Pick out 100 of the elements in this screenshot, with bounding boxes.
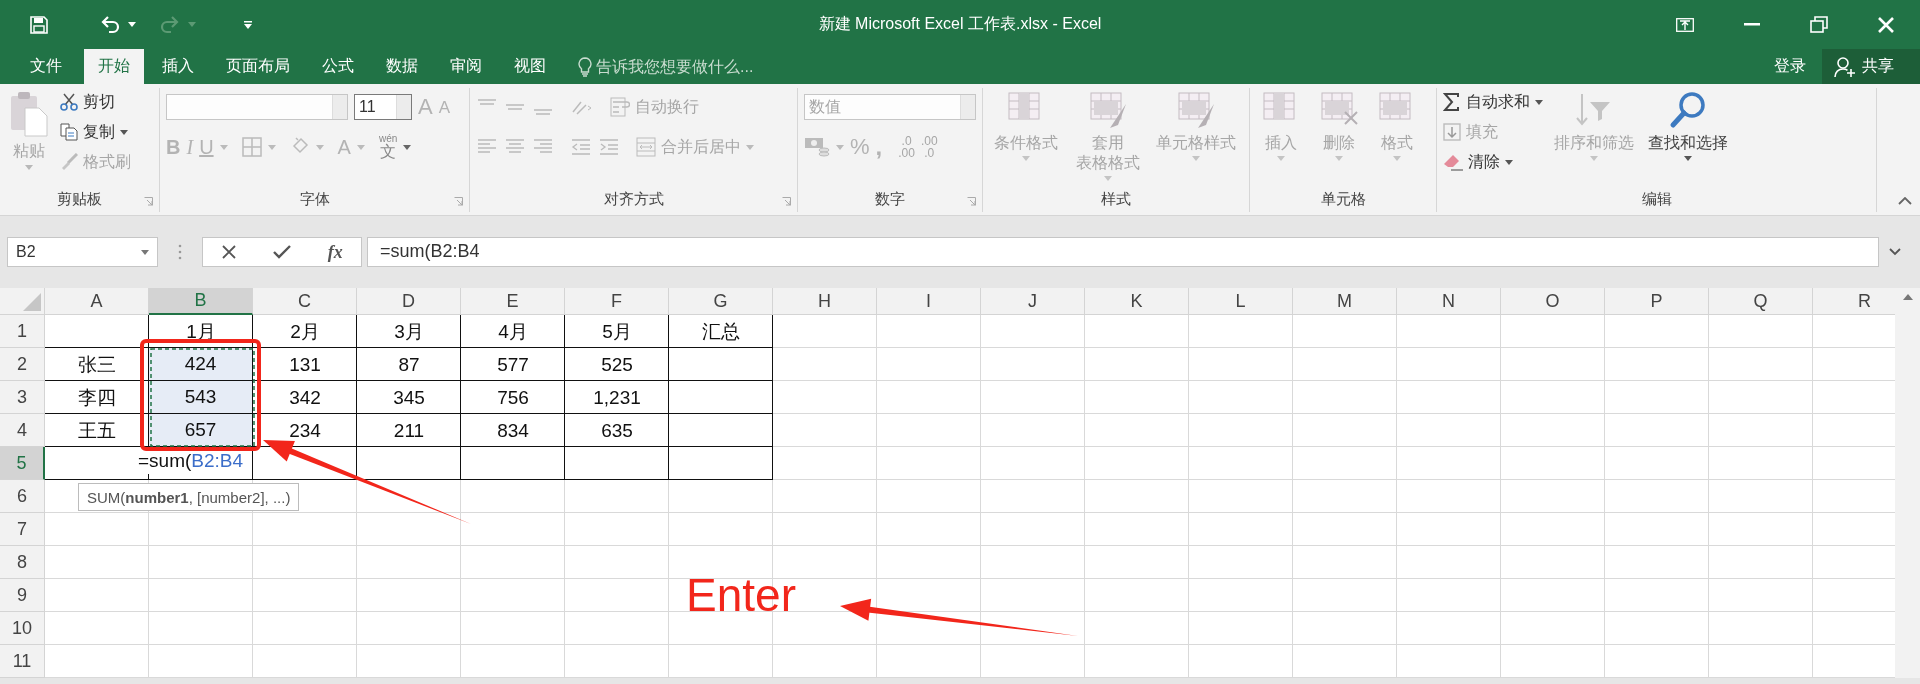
row-header[interactable]: 4 bbox=[0, 414, 45, 447]
column-header[interactable]: G bbox=[669, 288, 773, 315]
formula-field[interactable]: =sum(B2:B4 bbox=[367, 237, 1879, 267]
dialog-launcher-icon[interactable] bbox=[454, 197, 463, 206]
column-header[interactable]: N bbox=[1397, 288, 1501, 315]
ribbon-button[interactable]: 剪切 bbox=[60, 88, 131, 116]
caret-icon bbox=[120, 129, 128, 135]
row-header[interactable]: 7 bbox=[0, 513, 45, 546]
ribbon-button[interactable]: 清除 bbox=[1443, 148, 1543, 176]
lightbulb-icon bbox=[578, 56, 592, 77]
dialog-launcher-icon[interactable] bbox=[967, 197, 976, 206]
row-header[interactable]: 10 bbox=[0, 612, 45, 645]
restore-icon[interactable] bbox=[1810, 16, 1828, 33]
column-header[interactable]: F bbox=[565, 288, 669, 315]
column-header[interactable]: A bbox=[45, 288, 149, 315]
table-cell-text: 张三 bbox=[77, 352, 117, 377]
row-header[interactable]: 11 bbox=[0, 645, 45, 678]
column-header[interactable]: D bbox=[357, 288, 461, 315]
row-header[interactable]: 5 bbox=[0, 447, 45, 480]
column-header[interactable]: K bbox=[1085, 288, 1189, 315]
ribbon-tab[interactable]: 视图 bbox=[500, 49, 560, 84]
group-label: 数字 bbox=[875, 189, 905, 209]
caret-icon bbox=[836, 144, 844, 150]
row-header[interactable]: 3 bbox=[0, 381, 45, 414]
ribbon-button[interactable]: 查找和选择 bbox=[1645, 88, 1731, 163]
customize-icon[interactable] bbox=[244, 20, 252, 29]
annotation-label: Enter bbox=[686, 572, 796, 618]
dialog-launcher-icon[interactable] bbox=[144, 197, 153, 206]
indent-icon[interactable] bbox=[570, 138, 592, 156]
table-cell-text: 211 bbox=[392, 418, 426, 443]
table-cell-text: 王五 bbox=[77, 418, 117, 443]
caret-icon bbox=[1393, 156, 1401, 161]
row-header[interactable]: 8 bbox=[0, 546, 45, 579]
redo-icon[interactable] bbox=[160, 15, 180, 34]
table-cell-text: 李四 bbox=[77, 385, 117, 410]
scroll-up-icon[interactable] bbox=[1902, 294, 1913, 300]
ribbon-display-icon[interactable] bbox=[1676, 17, 1694, 32]
ribbon-tab[interactable]: 文件 bbox=[12, 49, 80, 84]
column-header[interactable]: B bbox=[149, 288, 253, 315]
ribbon-button[interactable]: 复制 bbox=[60, 118, 131, 146]
share-button[interactable]: 共享 bbox=[1822, 49, 1920, 84]
column-header[interactable]: Q bbox=[1709, 288, 1813, 315]
column-header[interactable]: I bbox=[877, 288, 981, 315]
align-icon[interactable] bbox=[504, 138, 526, 156]
checkmark-icon[interactable] bbox=[273, 245, 292, 259]
borders-icon[interactable] bbox=[241, 137, 262, 157]
minimize-icon[interactable] bbox=[1744, 23, 1760, 26]
table-cell-text: 2月 bbox=[289, 319, 321, 344]
table-cell: 543 bbox=[149, 381, 252, 413]
ribbon-tab[interactable]: 页面布局 bbox=[212, 49, 304, 84]
tell-me-field[interactable]: 告诉我您想要做什么... bbox=[578, 49, 776, 84]
table-cell-text: 131 bbox=[288, 352, 322, 377]
row-header[interactable]: 1 bbox=[0, 315, 45, 348]
name-box[interactable]: B2 bbox=[7, 237, 158, 267]
cancel-icon[interactable] bbox=[221, 244, 238, 260]
table-grid-icon bbox=[1176, 90, 1216, 130]
drag-handle-icon[interactable] bbox=[178, 244, 182, 260]
column-header[interactable]: P bbox=[1605, 288, 1709, 315]
column-header[interactable]: O bbox=[1501, 288, 1605, 315]
column-header[interactable]: M bbox=[1293, 288, 1397, 315]
column-header[interactable]: C bbox=[253, 288, 357, 315]
collapse-ribbon-icon[interactable] bbox=[1898, 197, 1912, 205]
sign-in-link[interactable]: 登录 bbox=[1758, 49, 1822, 84]
caret-icon bbox=[141, 249, 149, 255]
group-label: 单元格 bbox=[1320, 189, 1366, 209]
row-header[interactable]: 9 bbox=[0, 579, 45, 612]
brush-icon bbox=[60, 153, 78, 171]
column-header[interactable]: J bbox=[981, 288, 1085, 315]
caret-icon[interactable] bbox=[128, 22, 136, 27]
table-cell-text: 345 bbox=[392, 385, 426, 410]
sigma-icon bbox=[1443, 93, 1461, 111]
caret-icon bbox=[1335, 156, 1343, 161]
insert-function-button[interactable]: fx bbox=[327, 241, 343, 263]
ribbon-tab[interactable]: 审阅 bbox=[436, 49, 496, 84]
align-icon[interactable] bbox=[476, 138, 498, 156]
table-cell-text: 汇总 bbox=[701, 319, 741, 344]
close-icon[interactable] bbox=[1878, 16, 1894, 33]
ribbon-tab[interactable]: 公式 bbox=[308, 49, 368, 84]
dialog-launcher-icon[interactable] bbox=[782, 197, 791, 206]
ribbon-tab[interactable]: 开始 bbox=[84, 49, 144, 84]
align-icon[interactable] bbox=[532, 138, 554, 156]
column-header[interactable]: H bbox=[773, 288, 877, 315]
caret-icon[interactable] bbox=[1889, 248, 1901, 256]
save-icon[interactable] bbox=[30, 15, 48, 34]
row-header[interactable]: 2 bbox=[0, 348, 45, 381]
ribbon-tab[interactable]: 数据 bbox=[372, 49, 432, 84]
column-header[interactable]: E bbox=[461, 288, 565, 315]
indent-icon[interactable] bbox=[598, 138, 620, 156]
select-all-icon[interactable] bbox=[23, 293, 41, 311]
money-icon[interactable] bbox=[804, 136, 830, 158]
column-header[interactable]: L bbox=[1189, 288, 1293, 315]
ribbon-button[interactable]: 自动求和 bbox=[1443, 88, 1543, 116]
undo-icon[interactable] bbox=[100, 15, 120, 34]
row-header[interactable]: 6 bbox=[0, 480, 45, 513]
column-header[interactable]: R bbox=[1813, 288, 1895, 315]
ribbon-tab[interactable]: 插入 bbox=[148, 49, 208, 84]
function-tooltip: SUM(number1, [number2], ...) bbox=[78, 483, 300, 511]
caret-icon bbox=[1104, 176, 1112, 181]
table-cell-text: 756 bbox=[496, 385, 530, 410]
table-cell-text: 635 bbox=[600, 418, 634, 443]
